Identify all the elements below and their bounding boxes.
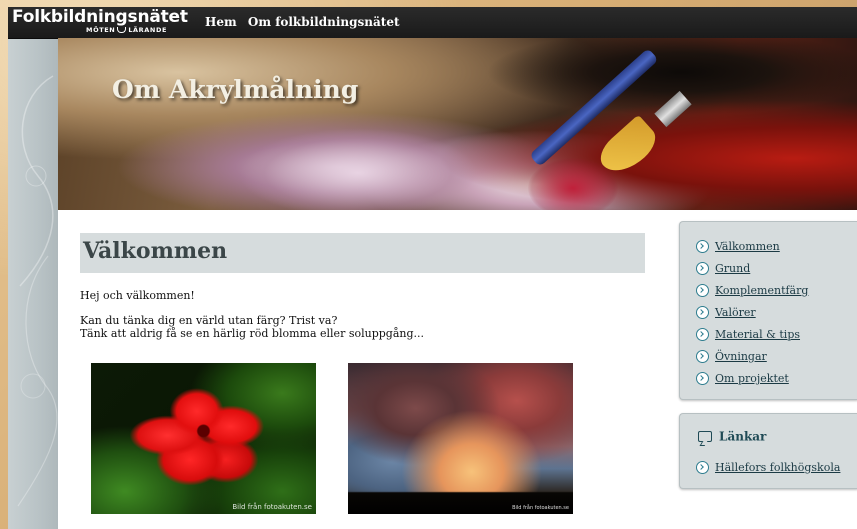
logo-wordmark: Folkbildningsnätet <box>12 7 188 27</box>
sidebar-item-label: Grund <box>715 262 751 275</box>
circle-chevron-right-icon <box>696 262 709 275</box>
logo-mark-icon <box>117 27 127 33</box>
link-label: Hällefors folkhögskola <box>715 461 841 474</box>
header-banner-image: Om Akrylmålning <box>58 38 857 210</box>
circle-chevron-right-icon <box>696 350 709 363</box>
circle-chevron-right-icon <box>696 372 709 385</box>
page-title: Om Akrylmålning <box>112 75 359 104</box>
sidebar-item-valorer[interactable]: Valörer <box>696 302 756 319</box>
circle-chevron-right-icon <box>696 328 709 341</box>
left-decorative-strip <box>8 36 58 529</box>
links-header: Länkar <box>698 426 766 445</box>
greeting-text: Hej och välkommen! <box>80 289 195 302</box>
sidebar-item-valkommen[interactable]: Välkommen <box>696 236 780 253</box>
sidebar-menu-panel: Välkommen Grund Komplementfärg Valörer M… <box>679 221 857 400</box>
top-navigation-bar: Folkbildningsnätet MÖTEN LÄRANDE Hem Om f… <box>8 7 857 39</box>
circle-chevron-right-icon <box>696 284 709 297</box>
sidebar-item-label: Komplementfärg <box>715 284 809 297</box>
paintbrush-ferrule <box>654 90 692 128</box>
red-flower-photo: Bild från fotoakuten.se <box>91 363 316 514</box>
paint-smear <box>238 128 478 210</box>
sidebar-item-ovningar[interactable]: Övningar <box>696 346 767 363</box>
circle-chevron-right-icon <box>696 240 709 253</box>
circle-chevron-right-icon <box>696 461 709 474</box>
sidebar-item-komplementfarg[interactable]: Komplementfärg <box>696 280 809 297</box>
main-nav: Hem Om folkbildningsnätet <box>205 15 407 29</box>
logo-tagline: MÖTEN LÄRANDE <box>86 26 167 34</box>
intro-text-line-2: Tänk att aldrig få se en härlig röd blom… <box>80 327 424 340</box>
section-heading: Välkommen <box>83 238 228 264</box>
link-hallefors-folkhogskola[interactable]: Hällefors folkhögskola <box>696 457 841 474</box>
nav-link-hem[interactable]: Hem <box>205 15 237 29</box>
links-title: Länkar <box>719 429 767 444</box>
sidebar-item-grund[interactable]: Grund <box>696 258 751 275</box>
sidebar-item-label: Om projektet <box>715 372 789 385</box>
sidebar-item-label: Övningar <box>715 350 767 363</box>
photo-credit: Bild från fotoakuten.se <box>232 503 312 511</box>
sidebar-item-material-tips[interactable]: Material & tips <box>696 324 801 341</box>
site-logo[interactable]: Folkbildningsnätet MÖTEN LÄRANDE <box>12 7 188 37</box>
logo-tagline-left: MÖTEN <box>86 26 116 34</box>
sidebar-item-om-projektet[interactable]: Om projektet <box>696 368 789 385</box>
sunset-photo: Bild från fotoakuten.se <box>348 363 573 514</box>
swirl-decoration <box>17 75 58 507</box>
intro-text-line-1: Kan du tänka dig en värld utan färg? Tri… <box>80 314 338 327</box>
logo-tagline-right: LÄRANDE <box>128 26 167 34</box>
nav-link-om-folkbildningsnatet[interactable]: Om folkbildningsnätet <box>248 15 400 29</box>
speech-bubble-icon <box>698 431 712 442</box>
circle-chevron-right-icon <box>696 306 709 319</box>
sidebar-item-label: Material & tips <box>715 328 801 341</box>
heading-bar: Välkommen <box>80 233 645 273</box>
sidebar-item-label: Valörer <box>715 306 756 319</box>
sidebar-links-panel: Länkar Hällefors folkhögskola <box>679 413 857 489</box>
photo-credit: Bild från fotoakuten.se <box>512 505 569 511</box>
sidebar-item-label: Välkommen <box>715 240 780 253</box>
